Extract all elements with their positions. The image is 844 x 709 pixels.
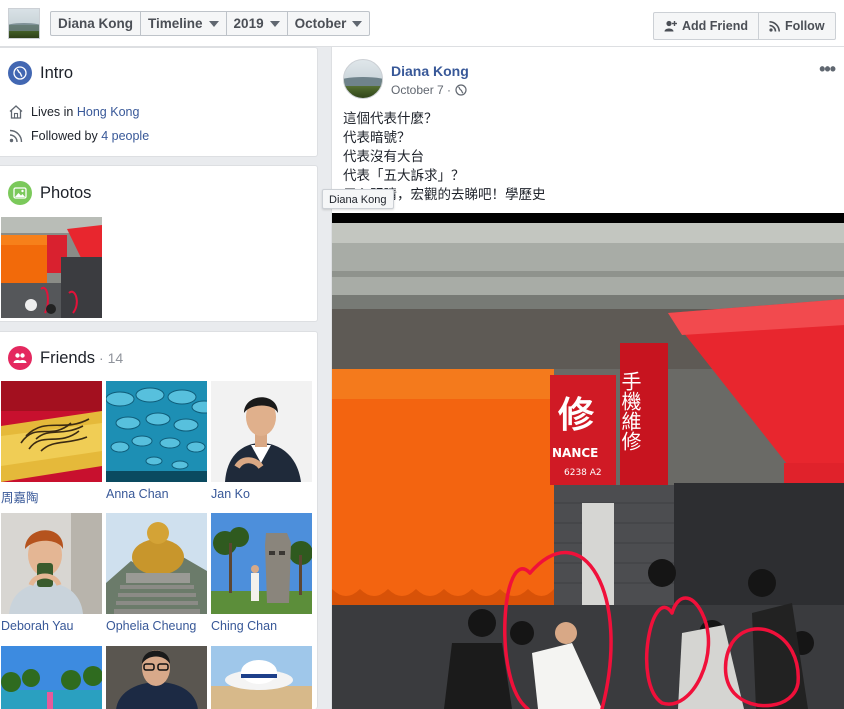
caret-down-icon [208, 21, 219, 27]
sign-text: 6238 A2 [564, 468, 602, 478]
add-friend-label: Add Friend [682, 19, 748, 33]
photo-thumbnail[interactable] [1, 217, 102, 318]
post-message: 這個代表什麼？ 代表暗號？ 代表沒有大台 代表「五大訴求」？ 用心明睛，宏觀的去… [343, 109, 833, 204]
friend-tile[interactable]: 周嘉陶 [1, 381, 102, 506]
photos-header[interactable]: Photos [8, 181, 91, 205]
people-icon [8, 346, 32, 370]
friend-tile[interactable]: Deborah Yau [1, 513, 102, 633]
sign-text: 手機維修 [618, 371, 642, 451]
friend-tile[interactable]: Jan Ko [211, 381, 312, 501]
post-text-line: 代表暗號？ [343, 130, 411, 145]
friends-card: Friends · 14 周嘉陶 Anna Chan Jan Ko Debora… [0, 331, 318, 709]
friend-tile[interactable] [106, 646, 207, 709]
breadcrumb: Diana Kong Timeline 2019 October [50, 11, 371, 36]
friend-photo[interactable] [1, 646, 102, 709]
breadcrumb-label: October [294, 16, 347, 31]
sign-text: NANCE [552, 446, 598, 460]
street-scene-image: 修 NANCE 6238 A2 手機維修 中 [332, 213, 844, 709]
intro-followed-by: Followed by 4 people [8, 128, 149, 144]
rss-icon [9, 129, 23, 143]
post-meta: October 7 · [391, 83, 467, 97]
post-author-link[interactable]: Diana Kong [391, 63, 469, 79]
breadcrumb-label: Timeline [148, 16, 203, 31]
rss-icon [769, 20, 780, 32]
lives-in-prefix: Lives in [31, 105, 74, 119]
friend-photo[interactable] [211, 381, 312, 482]
friend-name-link[interactable]: Deborah Yau [1, 619, 102, 633]
post-date-link[interactable]: October 7 · [391, 83, 451, 97]
globe-icon [8, 61, 32, 85]
friend-photo[interactable] [106, 513, 207, 614]
friends-count: · 14 [99, 350, 124, 366]
friend-photo[interactable] [211, 513, 312, 614]
friend-photo[interactable] [1, 513, 102, 614]
globe-icon [455, 84, 467, 96]
friends-header[interactable]: Friends · 14 [8, 346, 123, 370]
name-tooltip: Diana Kong [322, 189, 394, 209]
photos-title: Photos [40, 183, 92, 202]
friend-tile[interactable]: Ophelia Cheung [106, 513, 207, 633]
follow-label: Follow [784, 19, 825, 33]
intro-lives-in: Lives in Hong Kong [8, 104, 139, 120]
friend-name-link[interactable]: Jan Ko [211, 487, 312, 501]
friend-name-link[interactable]: Ophelia Cheung [106, 619, 207, 633]
photos-card: Photos [0, 165, 318, 322]
friend-photo[interactable] [106, 646, 207, 709]
breadcrumb-label: Diana Kong [58, 16, 134, 31]
friends-title: Friends [40, 348, 96, 367]
post-options-icon[interactable]: ••• [819, 59, 836, 80]
street-photo-image [1, 217, 102, 318]
add-person-icon [664, 20, 677, 32]
author-avatar[interactable] [343, 59, 383, 99]
breadcrumb-timeline-dropdown[interactable]: Timeline [141, 12, 227, 35]
add-friend-button[interactable]: Add Friend [654, 13, 758, 39]
sign-text: 修 [558, 395, 595, 436]
breadcrumb-profile-name[interactable]: Diana Kong [51, 12, 142, 35]
caret-down-icon [352, 21, 363, 27]
followed-by-prefix: Followed by [31, 129, 98, 143]
friend-name-link[interactable]: Anna Chan [106, 487, 207, 501]
friend-tile[interactable] [211, 646, 312, 709]
lives-in-link[interactable]: Hong Kong [77, 105, 140, 119]
post-photo[interactable]: 修 NANCE 6238 A2 手機維修 中 [332, 213, 844, 709]
breadcrumb-month-dropdown[interactable]: October [288, 12, 370, 35]
post-text-line: 這個代表什麼？ [343, 111, 438, 126]
breadcrumb-year-dropdown[interactable]: 2019 [227, 12, 288, 35]
profile-thumbnail[interactable] [8, 8, 40, 39]
follow-button[interactable]: Follow [757, 13, 835, 39]
timeline-post: Diana Kong October 7 · ••• 這個代表什麼？ 代表暗號？… [331, 47, 844, 709]
post-text-line: 代表「五大訴求」？ [343, 168, 465, 183]
photo-icon [8, 181, 32, 205]
friend-tile[interactable] [1, 646, 102, 709]
post-text-line: 代表沒有大台 [343, 149, 424, 164]
intro-title: Intro [40, 63, 74, 82]
house-icon [9, 105, 23, 119]
caret-down-icon [269, 21, 280, 27]
intro-card: Intro Lives in Hong Kong Followed by 4 p… [0, 47, 318, 157]
timeline-header-bar: Diana Kong Timeline 2019 October Add Fri… [0, 0, 844, 47]
intro-header: Intro [8, 61, 73, 85]
friend-tile[interactable]: Ching Chan [211, 513, 312, 633]
friend-tile[interactable]: Anna Chan [106, 381, 207, 501]
profile-actions: Add Friend Follow [653, 12, 836, 40]
post-text-line: 用心明睛，宏觀的去睇吧！學歷史 [343, 187, 546, 202]
friend-photo[interactable] [1, 381, 102, 482]
friend-photo[interactable] [106, 381, 207, 482]
friend-name-link[interactable]: 周嘉陶 [1, 487, 102, 506]
breadcrumb-label: 2019 [233, 16, 264, 31]
followers-link[interactable]: 4 people [101, 129, 149, 143]
friend-name-link[interactable]: Ching Chan [211, 619, 312, 633]
friend-photo[interactable] [211, 646, 312, 709]
